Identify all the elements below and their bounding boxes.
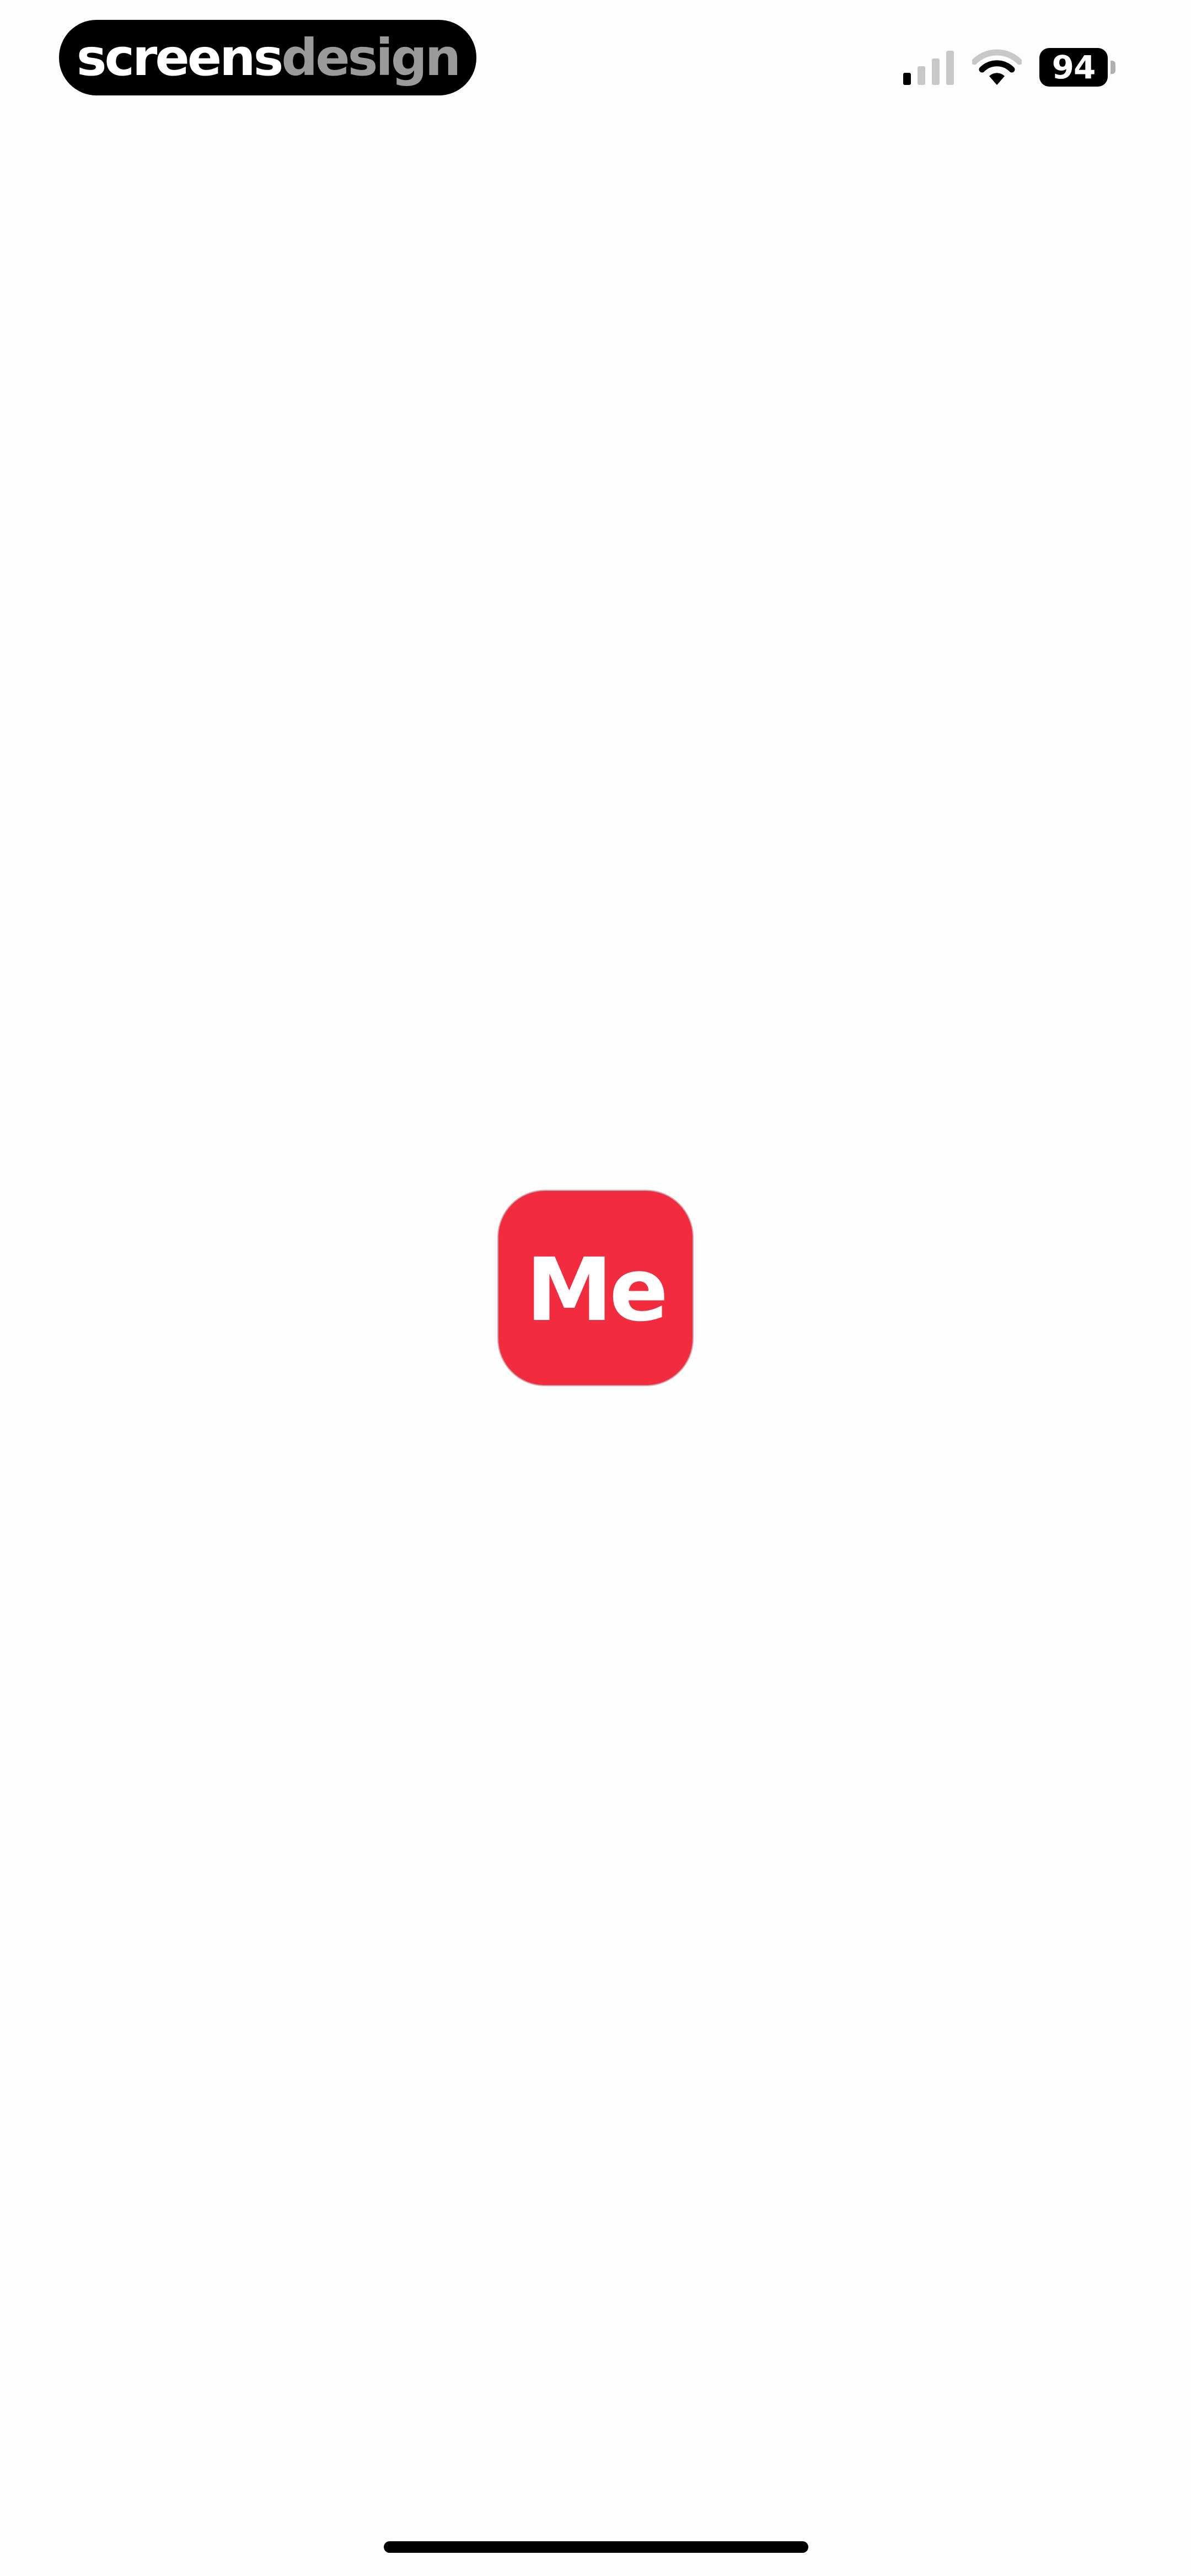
- battery-indicator: 94: [1039, 48, 1117, 87]
- status-bar: screens design 94: [0, 0, 1191, 121]
- wifi-icon: [972, 49, 1022, 85]
- app-logo: Me: [498, 1191, 693, 1385]
- cellular-signal-icon: [903, 51, 954, 85]
- home-indicator[interactable]: [384, 2541, 808, 2553]
- brand-badge: screens design: [59, 20, 476, 95]
- battery-cap: [1110, 61, 1115, 74]
- brand-text-screens: screens: [76, 28, 284, 87]
- brand-text-design: design: [281, 28, 461, 87]
- app-logo-text: Me: [525, 1239, 668, 1341]
- battery-level: 94: [1039, 48, 1108, 87]
